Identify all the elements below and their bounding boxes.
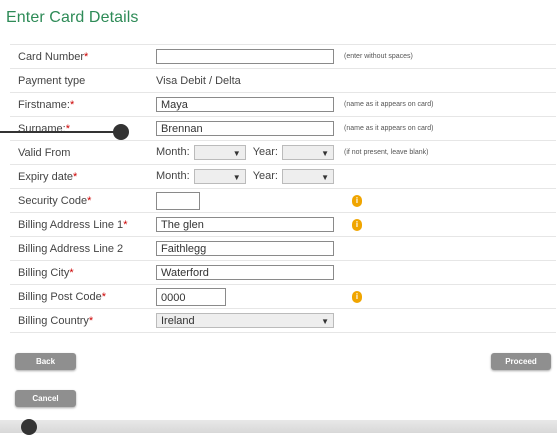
info-icon[interactable]: i [352, 218, 362, 231]
card-details-form: Card Number* (enter without spaces) Paym… [10, 44, 556, 333]
expiry-year-select[interactable]: ▼ [282, 169, 334, 184]
expiry-month-select[interactable]: ▼ [193, 169, 246, 184]
billing-post-code-input[interactable]: 0000 [156, 287, 226, 306]
info-icon[interactable]: i [352, 194, 362, 207]
valid-from-year-select[interactable]: ▼ [282, 145, 334, 160]
expiry-year-label: Year: [252, 170, 278, 183]
back-button[interactable]: Back [15, 353, 76, 370]
billing-address-2-input[interactable]: Faithlegg [156, 241, 334, 256]
required-marker: * [87, 194, 92, 207]
firstname-hint: (name as it appears on card) [342, 92, 556, 117]
surname-hint: (name as it appears on card) [342, 116, 556, 141]
chevron-down-icon: ▼ [321, 317, 329, 326]
billing-country-select[interactable]: Ireland ▼ [156, 313, 334, 328]
valid-from-month-label: Month: [156, 146, 190, 159]
billing-country-value: Ireland [161, 315, 195, 327]
required-marker: * [69, 98, 75, 111]
required-marker: * [123, 218, 128, 231]
card-number-hint: (enter without spaces) [342, 44, 556, 69]
row-valid-from: Valid From Month: ▼ Year: ▼ (if not presen… [10, 140, 556, 165]
drag-handle-line[interactable] [0, 131, 120, 133]
payment-type-value: Visa Debit / Delta [144, 68, 342, 93]
drag-handle[interactable] [113, 124, 129, 140]
valid-from-month-select[interactable]: ▼ [193, 145, 246, 160]
row-security-code: Security Code* i [10, 188, 556, 213]
chevron-down-icon: ▼ [321, 149, 329, 158]
bottom-edge [0, 420, 557, 433]
card-number-input[interactable] [156, 49, 334, 64]
cancel-button[interactable]: Cancel [15, 390, 76, 407]
billing-address-1-input[interactable]: The glen [156, 217, 334, 232]
payment-type-label: Payment type [10, 68, 144, 93]
billing-address-1-label: Billing Address Line 1 [18, 218, 124, 231]
row-billing-address-1: Billing Address Line 1* The glen i [10, 212, 556, 237]
firstname-label: Firstname: [18, 98, 70, 111]
expiry-month-label: Month: [156, 170, 190, 183]
info-icon[interactable]: i [352, 290, 362, 303]
row-expiry-date: Expiry date* Month: ▼ Year: ▼ [10, 164, 556, 189]
chevron-down-icon: ▼ [232, 149, 241, 158]
billing-country-label: Billing Country [18, 314, 89, 327]
row-billing-city: Billing City* Waterford [10, 260, 556, 285]
row-firstname: Firstname:* Maya (name as it appears on … [10, 92, 556, 117]
page-title: Enter Card Details [6, 9, 139, 26]
billing-city-input[interactable]: Waterford [156, 265, 334, 280]
row-billing-country: Billing Country* Ireland ▼ [10, 308, 556, 333]
card-number-label: Card Number [18, 50, 85, 63]
row-card-number: Card Number* (enter without spaces) [10, 44, 556, 69]
row-payment-type: Payment type Visa Debit / Delta [10, 68, 556, 93]
chevron-down-icon: ▼ [321, 173, 329, 182]
security-code-label: Security Code [18, 194, 88, 207]
required-marker: * [84, 50, 89, 63]
required-marker: * [73, 170, 78, 183]
billing-post-code-label: Billing Post Code [18, 290, 102, 303]
proceed-button[interactable]: Proceed [491, 353, 551, 370]
billing-address-2-label: Billing Address Line 2 [10, 236, 144, 261]
surname-input[interactable]: Brennan [156, 121, 334, 136]
security-code-input[interactable] [156, 191, 200, 210]
row-billing-post-code: Billing Post Code* 0000 i [10, 284, 556, 309]
valid-from-hint: (if not present, leave blank) [342, 140, 556, 165]
expiry-date-label: Expiry date [18, 170, 74, 183]
valid-from-year-label: Year: [252, 146, 278, 159]
chevron-down-icon: ▼ [232, 173, 241, 182]
row-surname: Surname:* Brennan (name as it appears on… [10, 116, 556, 141]
row-billing-address-2: Billing Address Line 2 Faithlegg [10, 236, 556, 261]
firstname-input[interactable]: Maya [156, 97, 334, 112]
required-marker: * [88, 314, 94, 327]
valid-from-label: Valid From [10, 140, 144, 165]
billing-city-label: Billing City [18, 266, 70, 279]
required-marker: * [69, 266, 74, 279]
required-marker: * [101, 290, 107, 303]
